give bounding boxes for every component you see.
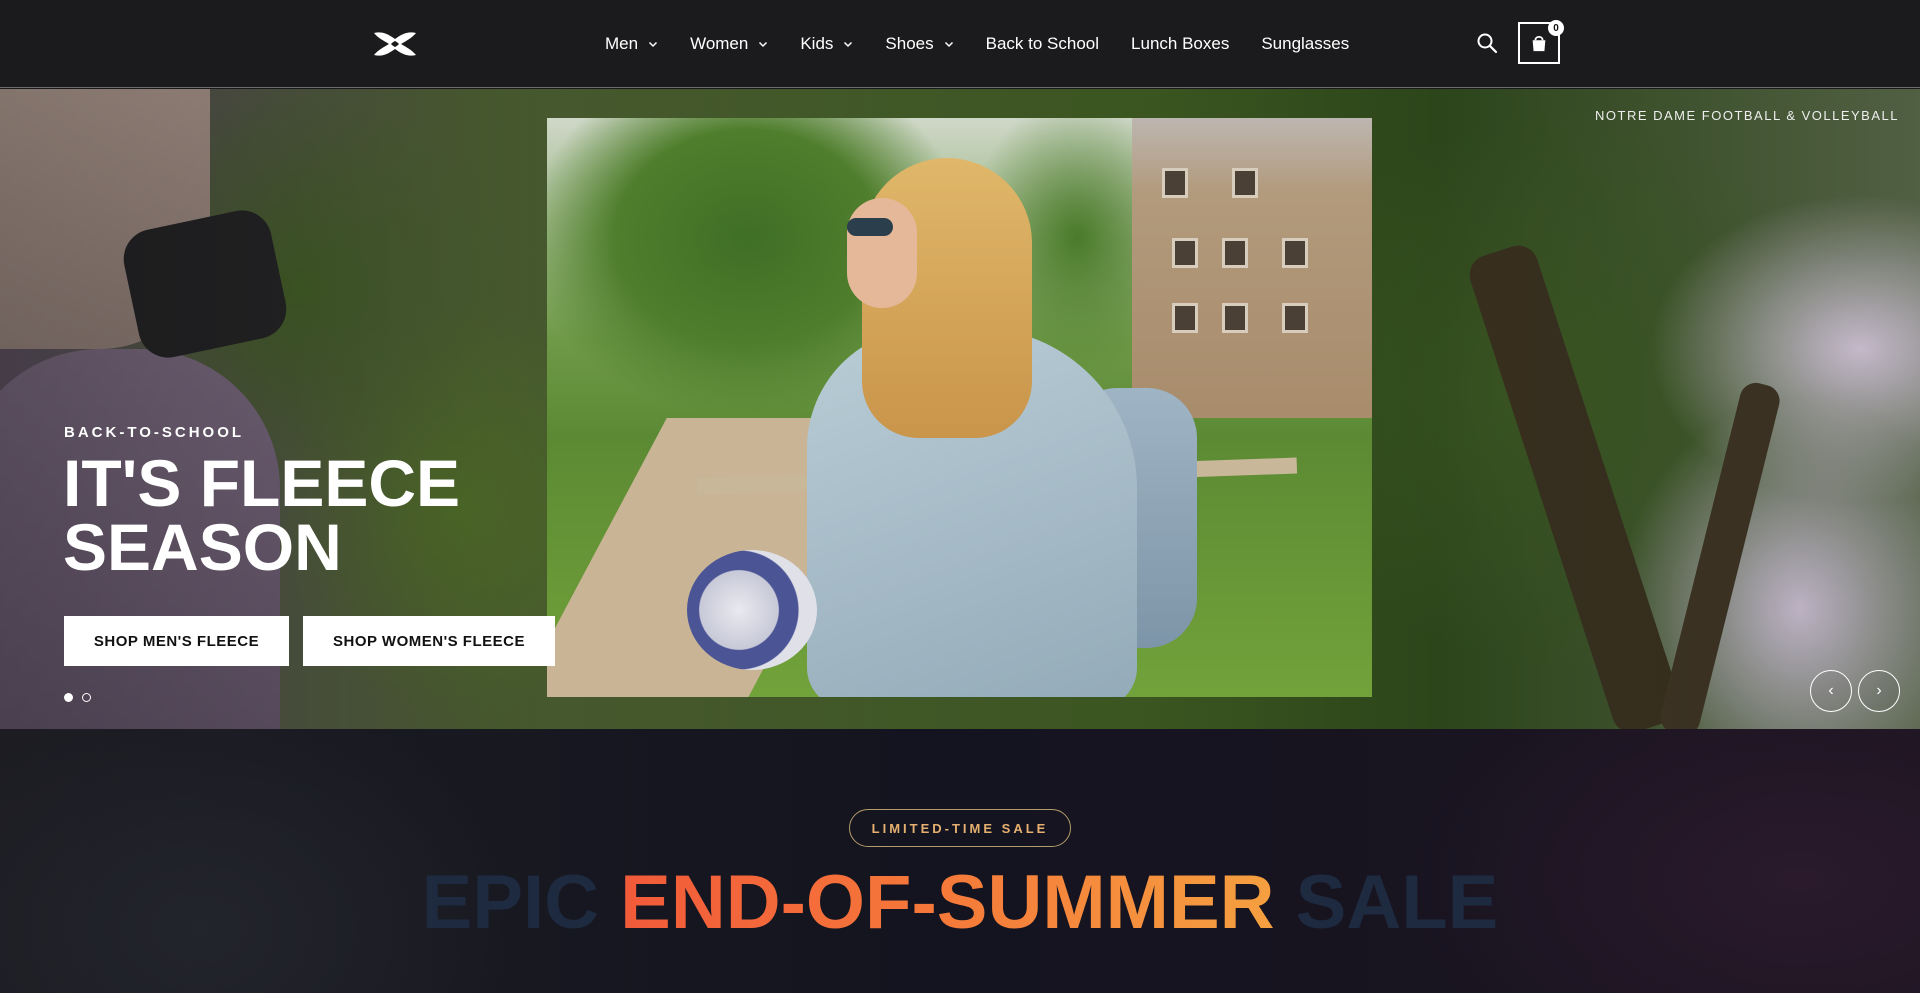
carousel-dot-2[interactable]	[82, 693, 91, 702]
building-window	[1222, 238, 1248, 268]
carousel-dot-1[interactable]	[64, 693, 73, 702]
building-window	[1172, 238, 1198, 268]
nav-item-label: Sunglasses	[1261, 34, 1350, 53]
nav-item-label: Kids	[800, 34, 834, 53]
nav-item-kids[interactable]: Kids	[800, 34, 853, 54]
site-header: Men Women Kids Shoes Back to School Lunc…	[0, 0, 1920, 88]
building-window	[1222, 303, 1248, 333]
building-window	[1162, 168, 1188, 198]
hero-banner: NOTRE DAME FOOTBALL & VOLLEYBALL BACK-TO…	[0, 89, 1920, 729]
shop-womens-fleece-button[interactable]: SHOP WOMEN'S FLEECE	[303, 616, 555, 666]
chevron-down-icon	[844, 41, 853, 48]
main-nav: Men Women Kids Shoes Back to School Lunc…	[605, 0, 1381, 88]
hero-eyebrow: BACK-TO-SCHOOL	[64, 424, 245, 441]
cart-button[interactable]: 0	[1518, 20, 1564, 64]
nav-item-women[interactable]: Women	[690, 34, 768, 54]
hero-video[interactable]	[547, 118, 1372, 697]
nav-item-label: Men	[605, 34, 639, 53]
search-icon[interactable]	[1476, 32, 1498, 54]
hero-caption: NOTRE DAME FOOTBALL & VOLLEYBALL	[1595, 108, 1899, 123]
nav-item-label: Back to School	[985, 34, 1100, 53]
nav-item-back-to-school[interactable]: Back to School	[986, 34, 1099, 54]
building-window	[1282, 303, 1308, 333]
video-person-face	[847, 198, 917, 308]
nav-item-label: Lunch Boxes	[1131, 34, 1230, 53]
building-window	[1172, 303, 1198, 333]
shop-mens-fleece-button[interactable]: SHOP MEN'S FLEECE	[64, 616, 289, 666]
chevron-down-icon	[649, 41, 658, 48]
building-window	[1232, 168, 1258, 198]
under-armour-logo-icon[interactable]	[372, 30, 418, 58]
cart-count-badge: 0	[1548, 20, 1564, 36]
video-volleyball	[687, 550, 817, 670]
nav-item-label: Shoes	[885, 34, 934, 53]
sale-section: LIMITED-TIME SALE EPIC END-OF-SUMMER SAL…	[0, 729, 1920, 993]
carousel-next-button[interactable]: ›	[1858, 670, 1900, 712]
nav-item-shoes[interactable]: Shoes	[885, 34, 953, 54]
nav-item-sunglasses[interactable]: Sunglasses	[1261, 34, 1349, 54]
sale-heading-highlight: END-OF-SUMMER	[620, 860, 1275, 945]
carousel-prev-button[interactable]: ‹	[1810, 670, 1852, 712]
sale-heading-word: SALE	[1295, 860, 1499, 945]
chevron-left-icon: ‹	[1828, 682, 1834, 699]
hero-title: IT'S FLEECE SEASON	[63, 446, 461, 584]
video-building	[1132, 118, 1372, 418]
chevron-down-icon	[759, 41, 768, 48]
nav-item-men[interactable]: Men	[605, 34, 658, 54]
nav-item-label: Women	[690, 34, 749, 53]
chevron-right-icon: ›	[1876, 682, 1882, 699]
nav-item-lunch-boxes[interactable]: Lunch Boxes	[1131, 34, 1229, 54]
video-sunglasses	[847, 218, 893, 236]
sale-heading-word: EPIC	[421, 860, 600, 945]
building-window	[1282, 238, 1308, 268]
sale-heading: EPIC END-OF-SUMMER SALE	[0, 859, 1920, 946]
limited-time-sale-badge: LIMITED-TIME SALE	[849, 809, 1071, 847]
chevron-down-icon	[944, 41, 953, 48]
